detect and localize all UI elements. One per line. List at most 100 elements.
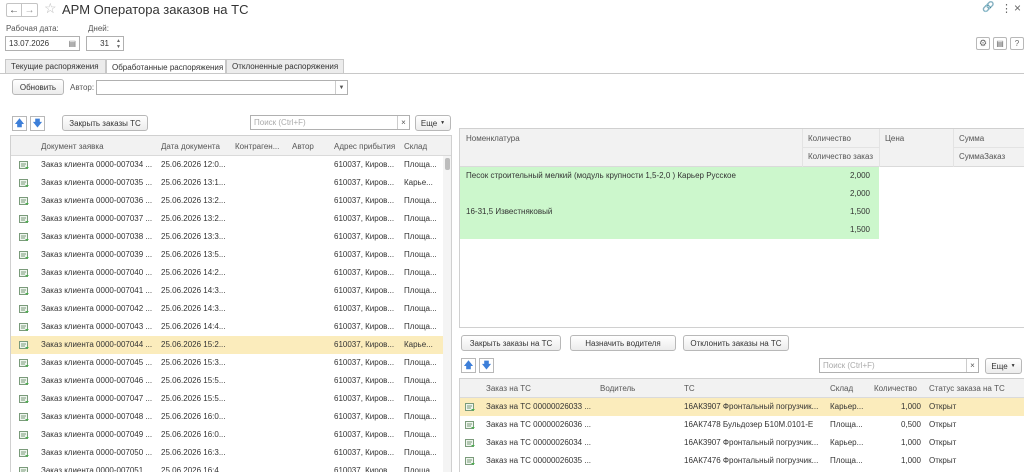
scrollbar-thumb[interactable] [445,158,450,170]
cell-ts-warehouse: Карьер... [830,438,864,447]
table-row[interactable]: Заказ клиента 0000-007044 ... 25.06.2026… [11,336,443,354]
assign-driver-button[interactable]: Назначить водителя [570,335,676,351]
reject-ts-orders-button[interactable]: Отклонить заказы на ТС [683,335,789,351]
col-ts-quantity[interactable]: Количество [870,384,925,393]
col-driver[interactable]: Водитель [596,384,680,393]
ts-more-button[interactable]: Еще ▼ [985,358,1022,374]
cell-warehouse: Площа... [404,466,437,472]
nomenclature-row[interactable]: 16-31,5 Известняковый 1,500 1,500 [460,203,879,239]
clear-search-icon[interactable]: × [397,116,409,129]
more-menu-icon[interactable]: ⋮ [1001,2,1012,15]
cell-contractor [231,426,288,444]
tab-processed[interactable]: Обработанные распоряжения [106,59,226,74]
dropdown-arrow-icon[interactable]: ▼ [335,81,347,94]
table-row[interactable]: Заказ клиента 0000-007049 ... 25.06.2026… [11,426,443,444]
document-icon [465,421,476,430]
cell-document: Заказ клиента 0000-007045 ... [41,358,153,367]
col-ts-order[interactable]: Заказ на ТС [482,384,596,393]
cell-ts-status: Открыт [929,438,957,447]
close-ts-orders-button[interactable]: Закрыть заказы на ТС [461,335,561,351]
ts-search-input[interactable]: Поиск (Ctrl+F) × [819,358,979,373]
stepper-icon[interactable]: ▲ ▼ [116,38,121,50]
table-row[interactable]: Заказ клиента 0000-007050 ... 25.06.2026… [11,444,443,462]
ts-table-row[interactable]: Заказ на ТС 00000026035 ... 16АК7476 Фро… [460,452,1024,470]
ts-table-row[interactable]: Заказ на ТС 00000026036 ... 16АК7478 Бул… [460,416,1024,434]
col-ts-status[interactable]: Статус заказа на ТС [925,384,1024,393]
move-down-button[interactable]: 🡇 [30,116,45,131]
table-row[interactable]: Заказ клиента 0000-007041 ... 25.06.2026… [11,282,443,300]
table-row[interactable]: Заказ клиента 0000-007051 ... 25.06.2026… [11,462,443,472]
left-more-button[interactable]: Еще ▼ [415,115,451,131]
link-icon[interactable]: 🔗 [982,2,994,13]
col-warehouse[interactable]: Склад [400,142,440,151]
tab-rejected[interactable]: Отклоненные распоряжения [226,59,344,73]
cell-warehouse: Площа... [404,358,437,367]
cell-contractor [231,282,288,300]
cell-author [288,426,330,444]
table-row[interactable]: Заказ клиента 0000-007036 ... 25.06.2026… [11,192,443,210]
cell-author [288,444,330,462]
table-row[interactable]: Заказ клиента 0000-007042 ... 25.06.2026… [11,300,443,318]
document-icon [19,161,30,170]
cell-date: 25.06.2026 16:0... [161,412,226,421]
col-contractor[interactable]: Контраген... [231,142,288,151]
ts-table-row[interactable]: Заказ на ТС 00000026033 ... 16АК3907 Фро… [460,398,1024,416]
clear-search-icon[interactable]: × [966,359,978,372]
settings-icon[interactable]: ⚙ [976,37,990,50]
col-quantity-order[interactable]: Количество заказ [804,152,879,161]
table-row[interactable]: Заказ клиента 0000-007043 ... 25.06.2026… [11,318,443,336]
col-price[interactable]: Цена [881,134,951,143]
col-quantity[interactable]: Количество [804,134,879,143]
col-ts[interactable]: ТС [680,384,826,393]
table-row[interactable]: Заказ клиента 0000-007045 ... 25.06.2026… [11,354,443,372]
table-row[interactable]: Заказ клиента 0000-007040 ... 25.06.2026… [11,264,443,282]
days-input[interactable]: 31 ▲ ▼ [86,36,124,51]
left-search-input[interactable]: Поиск (Ctrl+F) × [250,115,410,130]
cell-nomenclature-name: 16-31,5 Известняковый [466,207,553,216]
table-row[interactable]: Заказ клиента 0000-007039 ... 25.06.2026… [11,246,443,264]
col-sum-order[interactable]: СуммаЗаказ [955,152,1024,161]
close-orders-button[interactable]: Закрыть заказы ТС [62,115,148,131]
cell-warehouse: Площа... [404,268,437,277]
cell-driver [596,434,680,452]
back-button[interactable]: ← [6,3,22,17]
ts-move-up-button[interactable]: 🡅 [461,358,476,373]
report-icon[interactable]: ▤ [993,37,1007,50]
nomenclature-row[interactable]: Песок строительный мелкий (модуль крупно… [460,167,879,203]
tab-current[interactable]: Текущие распоряжения [5,59,106,73]
cell-ts-status: Открыт [929,420,957,429]
close-icon[interactable]: × [1014,1,1021,15]
table-row[interactable]: Заказ клиента 0000-007034 ... 25.06.2026… [11,156,443,174]
table-row[interactable]: Заказ клиента 0000-007037 ... 25.06.2026… [11,210,443,228]
calendar-icon[interactable]: ▤ [68,39,76,48]
table-row[interactable]: Заказ клиента 0000-007048 ... 25.06.2026… [11,408,443,426]
table-row[interactable]: Заказ клиента 0000-007035 ... 25.06.2026… [11,174,443,192]
col-document[interactable]: Документ заявка [37,142,157,151]
date-input[interactable]: 13.07.2026 ▤ [5,36,80,51]
refresh-button[interactable]: Обновить [12,79,64,95]
col-date[interactable]: Дата документа [157,142,231,151]
cell-document: Заказ клиента 0000-007046 ... [41,376,153,385]
author-input[interactable]: ▼ [96,80,348,95]
cell-date: 25.06.2026 13:2... [161,214,226,223]
col-nomenclature[interactable]: Номенклатура [462,134,762,143]
table-row[interactable]: Заказ клиента 0000-007046 ... 25.06.2026… [11,372,443,390]
move-up-button[interactable]: 🡅 [12,116,27,131]
ts-table-row[interactable]: Заказ на ТС 00000026034 ... 16АК3907 Фро… [460,434,1024,452]
ts-move-down-button[interactable]: 🡇 [479,358,494,373]
table-row[interactable]: Заказ клиента 0000-007047 ... 25.06.2026… [11,390,443,408]
cell-document: Заказ клиента 0000-007037 ... [41,214,153,223]
cell-date: 25.06.2026 15:3... [161,358,226,367]
table-row[interactable]: Заказ клиента 0000-007038 ... 25.06.2026… [11,228,443,246]
document-icon [19,431,30,440]
vertical-scrollbar[interactable] [443,156,451,472]
forward-button[interactable]: → [22,3,38,17]
col-address[interactable]: Адрес прибытия [330,142,400,151]
cell-document: Заказ клиента 0000-007039 ... [41,250,153,259]
col-sum[interactable]: Сумма [955,134,1024,143]
document-icon [19,377,30,386]
col-ts-warehouse[interactable]: Склад [826,384,868,393]
col-author[interactable]: Автор [288,142,330,151]
favorite-star-icon[interactable]: ☆ [44,0,57,17]
help-icon[interactable]: ? [1010,37,1024,50]
